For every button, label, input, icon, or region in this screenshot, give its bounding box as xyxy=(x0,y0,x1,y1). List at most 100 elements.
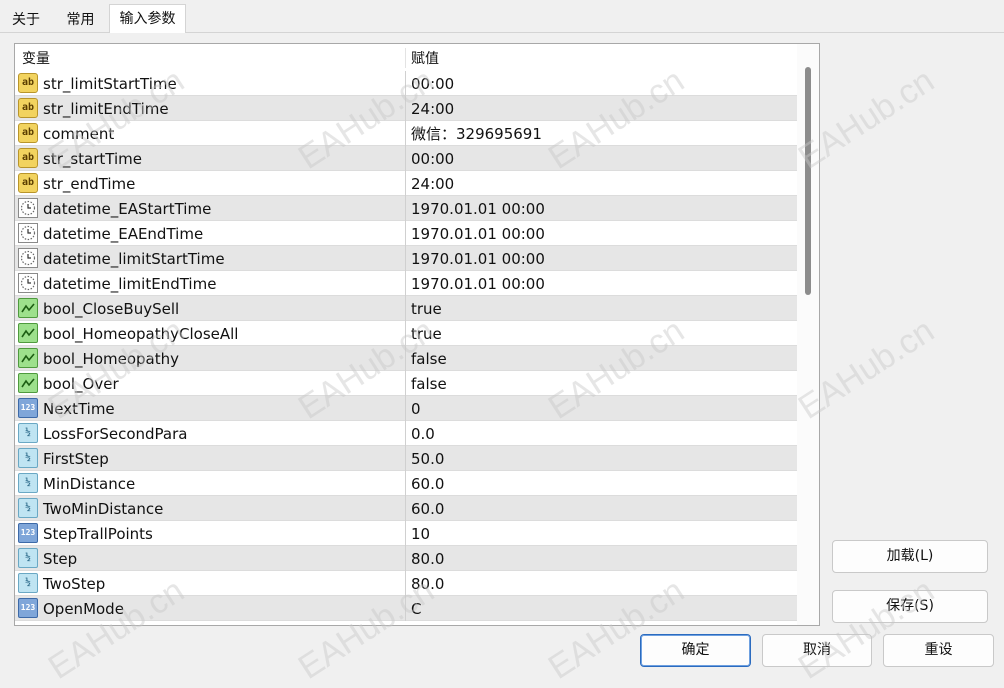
parameter-value[interactable]: 24:00 xyxy=(411,171,454,197)
parameter-name: bool_CloseBuySell xyxy=(43,300,180,318)
column-separator xyxy=(405,596,406,621)
tab-about[interactable]: 关于 xyxy=(0,6,52,32)
header-value[interactable]: 赋值 xyxy=(411,44,439,74)
parameter-row[interactable]: bool_Homeopathy false xyxy=(15,346,797,371)
column-separator xyxy=(405,121,406,146)
parameter-name: OpenMode xyxy=(43,600,124,618)
reset-button[interactable]: 重设 xyxy=(883,634,994,667)
parameter-value[interactable]: 1970.01.01 00:00 xyxy=(411,196,545,222)
double-icon: ½ xyxy=(18,498,38,518)
parameter-row[interactable]: ab str_startTime 00:00 xyxy=(15,146,797,171)
header-variable[interactable]: 变量 xyxy=(22,44,50,74)
integer-icon: 123 xyxy=(18,598,38,618)
double-icon: ½ xyxy=(18,548,38,568)
parameter-name: str_endTime xyxy=(43,175,136,193)
datetime-icon xyxy=(18,223,38,243)
parameter-value[interactable]: 24:00 xyxy=(411,96,454,122)
grid-header: 变量 赋值 xyxy=(15,44,797,71)
parameter-name: bool_HomeopathyCloseAll xyxy=(43,325,239,343)
integer-icon: 123 xyxy=(18,398,38,418)
parameter-name: bool_Homeopathy xyxy=(43,350,179,368)
parameter-value[interactable]: 60.0 xyxy=(411,471,444,497)
parameter-row[interactable]: datetime_EAStartTime 1970.01.01 00:00 xyxy=(15,196,797,221)
parameter-value[interactable]: false xyxy=(411,371,447,397)
parameter-name: MinDistance xyxy=(43,475,136,493)
parameter-value[interactable]: true xyxy=(411,321,442,347)
parameter-row[interactable]: 123 StepTrallPoints 10 xyxy=(15,521,797,546)
column-separator xyxy=(405,546,406,571)
double-icon: ½ xyxy=(18,423,38,443)
parameter-row[interactable]: ab str_limitEndTime 24:00 xyxy=(15,96,797,121)
parameter-name: datetime_limitStartTime xyxy=(43,250,225,268)
column-separator xyxy=(405,296,406,321)
scrollbar-thumb[interactable] xyxy=(805,67,811,295)
parameter-value[interactable]: 80.0 xyxy=(411,546,444,572)
save-button[interactable]: 保存(S) xyxy=(832,590,988,623)
bool-icon xyxy=(18,348,38,368)
parameter-row[interactable]: ab comment 微信：329695691 xyxy=(15,121,797,146)
parameter-row[interactable]: ½ MinDistance 60.0 xyxy=(15,471,797,496)
column-separator xyxy=(405,471,406,496)
parameter-value[interactable]: 1970.01.01 00:00 xyxy=(411,246,545,272)
ok-button[interactable]: 确定 xyxy=(640,634,751,667)
parameter-row[interactable]: bool_Over false xyxy=(15,371,797,396)
column-separator xyxy=(405,71,406,96)
parameter-row[interactable]: ½ TwoStep 80.0 xyxy=(15,571,797,596)
parameter-row[interactable]: ½ LossForSecondPara 0.0 xyxy=(15,421,797,446)
parameter-row[interactable]: datetime_limitEndTime 1970.01.01 00:00 xyxy=(15,271,797,296)
column-separator xyxy=(405,221,406,246)
parameter-name: TwoMinDistance xyxy=(43,500,164,518)
parameter-value[interactable]: 00:00 xyxy=(411,71,454,97)
parameters-grid[interactable]: 变量 赋值 ab str_limitStartTime 00:00 ab str_lim… xyxy=(14,43,820,626)
tab-inputs[interactable]: 输入参数 xyxy=(109,4,186,33)
parameter-value[interactable]: true xyxy=(411,296,442,322)
parameter-value[interactable]: false xyxy=(411,346,447,372)
parameter-name: StepTrallPoints xyxy=(43,525,153,543)
vertical-scrollbar[interactable] xyxy=(797,44,819,625)
parameter-value[interactable]: 1970.01.01 00:00 xyxy=(411,271,545,297)
parameter-value[interactable]: 50.0 xyxy=(411,446,444,472)
bool-icon xyxy=(18,323,38,343)
cancel-button[interactable]: 取消 xyxy=(762,634,872,667)
column-separator xyxy=(405,321,406,346)
parameter-name: datetime_limitEndTime xyxy=(43,275,217,293)
parameter-value[interactable]: C xyxy=(411,596,421,622)
tab-common[interactable]: 常用 xyxy=(53,6,108,32)
double-icon: ½ xyxy=(18,448,38,468)
column-separator xyxy=(405,146,406,171)
column-separator xyxy=(405,96,406,121)
bool-icon xyxy=(18,298,38,318)
parameter-row[interactable]: ½ FirstStep 50.0 xyxy=(15,446,797,471)
load-button[interactable]: 加载(L) xyxy=(832,540,988,573)
parameter-value[interactable]: 0 xyxy=(411,396,421,422)
column-separator xyxy=(405,271,406,296)
parameter-name: TwoStep xyxy=(43,575,106,593)
parameter-row[interactable]: datetime_EAEndTime 1970.01.01 00:00 xyxy=(15,221,797,246)
parameter-value[interactable]: 00:00 xyxy=(411,146,454,172)
parameter-row[interactable]: datetime_limitStartTime 1970.01.01 00:00 xyxy=(15,246,797,271)
parameter-row[interactable]: ½ TwoMinDistance 60.0 xyxy=(15,496,797,521)
parameter-name: NextTime xyxy=(43,400,115,418)
parameter-value[interactable]: 1970.01.01 00:00 xyxy=(411,221,545,247)
parameter-row[interactable]: bool_HomeopathyCloseAll true xyxy=(15,321,797,346)
parameter-row[interactable]: 123 OpenMode C xyxy=(15,596,797,621)
parameter-row[interactable]: ½ Step 80.0 xyxy=(15,546,797,571)
double-icon: ½ xyxy=(18,473,38,493)
parameter-row[interactable]: bool_CloseBuySell true xyxy=(15,296,797,321)
header-separator xyxy=(405,48,406,68)
parameter-row[interactable]: ab str_endTime 24:00 xyxy=(15,171,797,196)
column-separator xyxy=(405,396,406,421)
parameter-value[interactable]: 0.0 xyxy=(411,421,435,447)
column-separator xyxy=(405,246,406,271)
parameter-value[interactable]: 60.0 xyxy=(411,496,444,522)
double-icon: ½ xyxy=(18,573,38,593)
parameter-value[interactable]: 微信：329695691 xyxy=(411,121,542,147)
parameter-name: FirstStep xyxy=(43,450,109,468)
parameter-value[interactable]: 80.0 xyxy=(411,571,444,597)
column-separator xyxy=(405,496,406,521)
string-icon: ab xyxy=(18,98,38,118)
column-separator xyxy=(405,421,406,446)
parameter-row[interactable]: 123 NextTime 0 xyxy=(15,396,797,421)
parameter-value[interactable]: 10 xyxy=(411,521,430,547)
parameter-row[interactable]: ab str_limitStartTime 00:00 xyxy=(15,71,797,96)
